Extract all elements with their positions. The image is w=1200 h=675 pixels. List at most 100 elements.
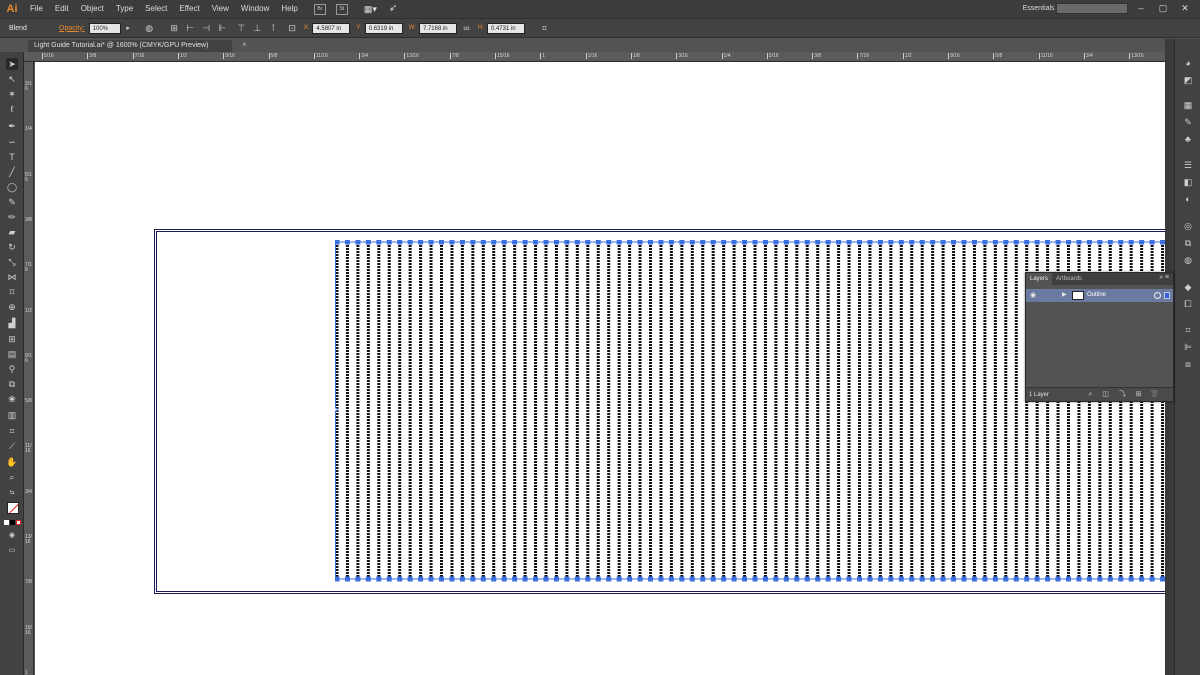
rocket-icon[interactable]: ➶ — [383, 0, 403, 18]
tab-artboards[interactable]: Artboards — [1052, 273, 1086, 285]
h-field[interactable]: 0.4731 in — [486, 22, 525, 34]
hand-icon[interactable]: ✋ — [6, 456, 18, 468]
y-field[interactable]: 0.6319 in — [364, 22, 403, 34]
rectangle-icon[interactable]: ◯ — [6, 181, 18, 193]
selection-indicator[interactable] — [1164, 292, 1170, 299]
align-center-icon[interactable]: ⊣ — [201, 23, 212, 34]
maximize-icon[interactable]: ▢ — [1156, 2, 1170, 14]
mesh-icon[interactable]: ⊞ — [6, 333, 18, 345]
magic-wand-icon[interactable]: ✶ — [6, 88, 18, 100]
slice-icon[interactable]: ⟋ — [6, 440, 18, 452]
reference-point-icon[interactable]: ⊡ — [287, 23, 298, 34]
line-icon[interactable]: ╱ — [6, 166, 18, 178]
rotate-icon[interactable]: ↻ — [6, 241, 18, 253]
menu-file[interactable]: File — [24, 0, 49, 18]
document-tab[interactable]: Light Guide Tutorial.ai* @ 1600% (CMYK/G… — [28, 40, 232, 52]
align-selection-icon[interactable]: ⊞ — [169, 23, 180, 34]
menu-edit[interactable]: Edit — [49, 0, 75, 18]
pen-icon[interactable]: ✒ — [6, 120, 18, 132]
align-bottom-icon[interactable]: ⊺ — [268, 23, 279, 34]
symbols-icon[interactable]: ♣ — [1182, 133, 1194, 145]
artboards-icon[interactable]: ⧠ — [1182, 298, 1194, 310]
eyedropper-icon[interactable]: ⚲ — [6, 363, 18, 375]
blend-icon[interactable]: ⧉ — [6, 378, 18, 390]
screen-mode-icon[interactable]: ▭ — [6, 545, 18, 557]
gradient-icon[interactable]: ▤ — [6, 348, 18, 360]
opacity-field[interactable]: 100% — [88, 22, 121, 34]
transform-panel-icon[interactable]: ⌗ — [1182, 324, 1194, 336]
fill-swatch[interactable] — [7, 502, 19, 514]
menu-object[interactable]: Object — [75, 0, 110, 18]
eraser-icon[interactable]: ▰ — [6, 226, 18, 238]
menu-help[interactable]: Help — [275, 0, 303, 18]
stock-button[interactable]: St — [335, 3, 348, 15]
gradient-panel-icon[interactable]: ◧ — [1182, 176, 1194, 188]
search-input[interactable] — [1056, 3, 1128, 14]
pencil-icon[interactable]: ✏ — [6, 211, 18, 223]
arrange-documents-icon[interactable]: ▦▾ — [358, 0, 383, 18]
color-icon[interactable]: ◕ — [1182, 57, 1194, 69]
recolor-icon[interactable]: ◍ — [144, 23, 155, 34]
align-middle-icon[interactable]: ⊥ — [252, 23, 263, 34]
pathfinder-icon[interactable]: ⧈ — [1182, 358, 1194, 370]
symbol-sprayer-icon[interactable]: ❀ — [6, 393, 18, 405]
align-right-icon[interactable]: ⊩ — [217, 23, 228, 34]
canvas[interactable] — [35, 62, 1165, 675]
paintbrush-icon[interactable]: ✎ — [6, 196, 18, 208]
swatches-icon[interactable]: ▦ — [1182, 99, 1194, 111]
appearance-icon[interactable]: ◎ — [1182, 220, 1194, 232]
locate-object-icon[interactable]: ⌕ — [1086, 390, 1095, 399]
free-transform-icon[interactable]: ⌑ — [6, 286, 18, 298]
layer-row[interactable]: ◉ ▶ Outline — [1026, 289, 1173, 302]
chevron-right-icon[interactable]: ▸ — [123, 23, 134, 34]
color-mode-icon[interactable] — [4, 520, 9, 525]
new-layer-icon[interactable]: ⊞ — [1134, 390, 1143, 399]
menu-view[interactable]: View — [206, 0, 235, 18]
clipping-mask-icon[interactable]: ◫ — [1101, 390, 1110, 399]
shape-builder-icon[interactable]: ⊕ — [6, 301, 18, 313]
brushes-icon[interactable]: ✎ — [1182, 116, 1194, 128]
workspace-switcher[interactable]: Essentials ▾ — [1023, 0, 1060, 18]
transform-icon[interactable]: ⌗ — [539, 23, 550, 34]
direct-selection-icon[interactable]: ↖ — [6, 73, 18, 85]
scale-icon[interactable]: ⤡ — [6, 256, 18, 268]
bounding-box-handle[interactable] — [335, 407, 338, 412]
close-tab-icon[interactable]: × — [242, 40, 247, 49]
zoom-icon[interactable]: ⌕ — [6, 471, 18, 483]
gradient-mode-icon[interactable] — [10, 520, 15, 525]
menu-window[interactable]: Window — [235, 0, 275, 18]
menu-type[interactable]: Type — [110, 0, 139, 18]
align-left-icon[interactable]: ⊢ — [185, 23, 196, 34]
type-icon[interactable]: T — [6, 151, 18, 163]
swap-colors-icon[interactable]: ⇆ — [6, 487, 18, 499]
column-graph-icon[interactable]: ▥ — [6, 409, 18, 421]
target-circle-icon[interactable] — [1154, 292, 1161, 299]
layers-icon[interactable]: ◆ — [1182, 281, 1194, 293]
new-sublayer-icon[interactable]: ⤵ — [1118, 390, 1127, 399]
stroke-icon[interactable]: ☰ — [1182, 159, 1194, 171]
delete-icon[interactable]: 🗑 — [1150, 390, 1159, 399]
opacity-label[interactable]: Opacity: — [59, 25, 85, 32]
expand-arrow-icon[interactable]: ▶ — [1062, 291, 1067, 298]
color-guide-icon[interactable]: ◩ — [1182, 74, 1194, 86]
link-icon[interactable]: ∞ — [461, 23, 472, 34]
close-icon[interactable]: ✕ — [1178, 2, 1192, 14]
selection-icon[interactable]: ➤ — [6, 58, 18, 70]
menu-select[interactable]: Select — [139, 0, 173, 18]
image-trace-icon[interactable]: ◍ — [1182, 254, 1194, 266]
minimize-icon[interactable]: – — [1134, 2, 1148, 14]
curvature-icon[interactable]: ∽ — [6, 136, 18, 148]
artboard-icon[interactable]: ⌗ — [6, 425, 18, 437]
w-field[interactable]: 7.7168 in — [418, 22, 457, 34]
none-mode-icon[interactable] — [16, 520, 21, 525]
tab-layers[interactable]: Layers — [1026, 273, 1053, 285]
align-top-icon[interactable]: ⊤ — [236, 23, 247, 34]
bridge-button[interactable]: Br — [313, 3, 326, 15]
perspective-icon[interactable]: ▟ — [6, 317, 18, 329]
transparency-icon[interactable]: ◐ — [1182, 193, 1194, 205]
layer-name[interactable]: Outline — [1087, 289, 1106, 302]
menu-effect[interactable]: Effect — [173, 0, 205, 18]
visibility-eye-icon[interactable]: ◉ — [1030, 291, 1039, 300]
align-panel-icon[interactable]: ⊫ — [1182, 341, 1194, 353]
width-icon[interactable]: ⋈ — [6, 271, 18, 283]
